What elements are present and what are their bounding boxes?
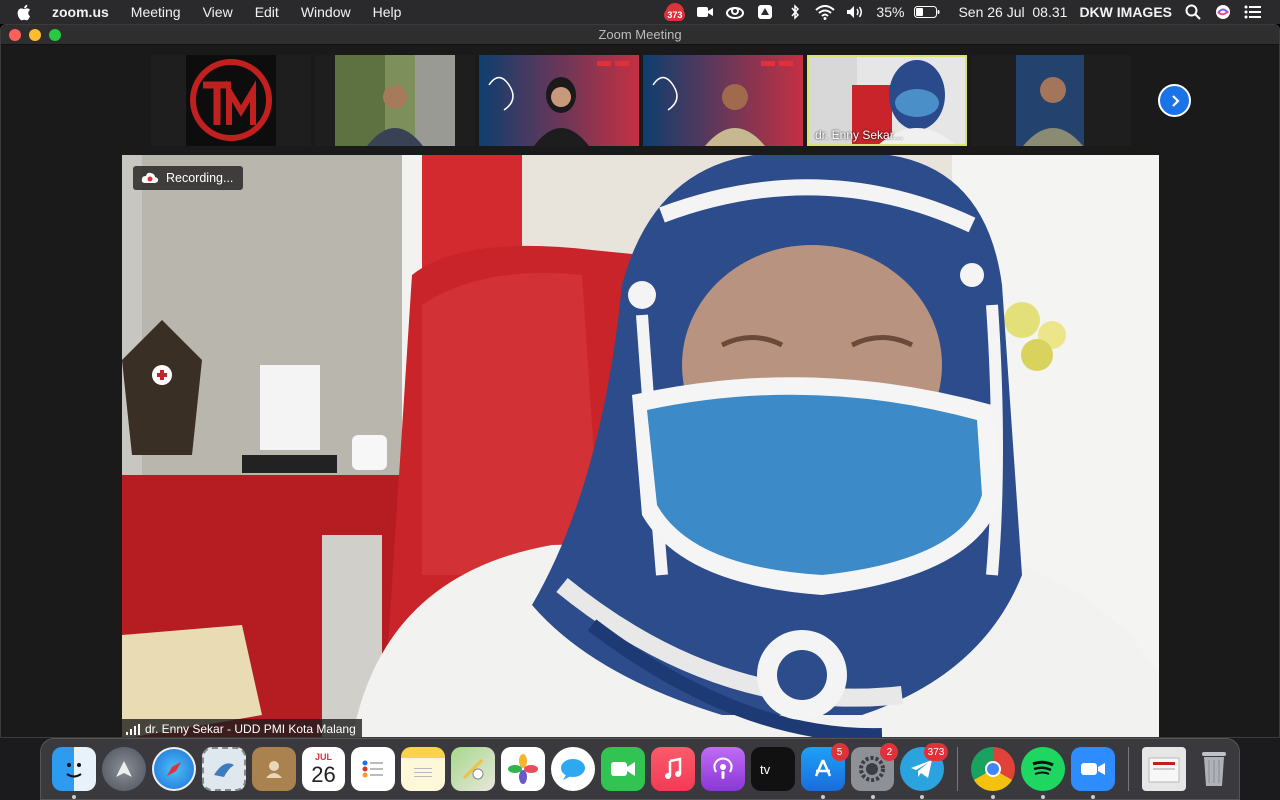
user-name[interactable]: DKW IMAGES xyxy=(1079,4,1172,20)
facetime-icon[interactable] xyxy=(601,747,645,791)
close-window-button[interactable] xyxy=(9,29,21,41)
battery-icon[interactable] xyxy=(914,3,940,21)
apple-tv-icon[interactable]: tv xyxy=(750,747,795,791)
apple-logo-icon[interactable] xyxy=(14,2,34,22)
chevron-right-icon xyxy=(1171,94,1180,107)
minimize-window-button[interactable] xyxy=(29,29,41,41)
safari-icon[interactable] xyxy=(151,747,196,791)
chrome-icon[interactable] xyxy=(971,747,1016,799)
volume-icon[interactable] xyxy=(844,3,866,21)
zoom-meeting-window: Zoom Meeting dr. Enny Sekar... Recording… xyxy=(0,24,1280,738)
menu-bar: zoom.us Meeting View Edit Window Help 37… xyxy=(0,0,1280,24)
window-titlebar: Zoom Meeting xyxy=(1,25,1279,45)
notification-badge: 373 xyxy=(664,9,686,21)
participant-thumbnail-4[interactable] xyxy=(643,55,803,146)
participant-filmstrip: dr. Enny Sekar... xyxy=(151,55,1131,146)
contacts-icon[interactable] xyxy=(251,747,296,791)
messages-icon[interactable] xyxy=(551,747,595,791)
notification-icon[interactable]: 373 xyxy=(664,3,686,21)
battery-percent: 35% xyxy=(876,4,905,20)
podcasts-icon[interactable] xyxy=(700,747,745,791)
participant-thumbnail-active[interactable]: dr. Enny Sekar... xyxy=(807,55,967,146)
participant-thumbnail-6[interactable] xyxy=(971,55,1131,146)
notes-icon[interactable] xyxy=(401,747,446,791)
next-page-button[interactable] xyxy=(1158,84,1191,117)
speaker-name-tag: dr. Enny Sekar - UDD PMI Kota Malang xyxy=(122,719,362,737)
photos-icon[interactable] xyxy=(501,747,546,791)
speaker-name: dr. Enny Sekar - UDD PMI Kota Malang xyxy=(145,722,356,736)
menu-meeting[interactable]: Meeting xyxy=(120,4,192,20)
wifi-icon[interactable] xyxy=(814,3,836,21)
launchpad-icon[interactable] xyxy=(101,747,146,791)
dock: JUL 26 tv 5 2 373 xyxy=(40,738,1240,800)
mail-stamp-icon[interactable] xyxy=(201,747,246,791)
recording-label: Recording... xyxy=(166,171,234,185)
cloud-recording-icon xyxy=(141,172,159,183)
music-icon[interactable] xyxy=(650,747,695,791)
dock-separator xyxy=(957,747,959,791)
app-store-icon[interactable]: 5 xyxy=(800,743,849,799)
menu-view[interactable]: View xyxy=(192,4,244,20)
system-preferences-icon[interactable]: 2 xyxy=(850,743,899,799)
speaker-video-frame xyxy=(122,155,1159,737)
siri-icon[interactable] xyxy=(1212,3,1234,21)
menu-edit[interactable]: Edit xyxy=(244,4,290,20)
spotify-icon[interactable] xyxy=(1021,747,1066,799)
app-store-badge: 5 xyxy=(830,743,849,761)
spotlight-search-icon[interactable] xyxy=(1182,3,1204,21)
datetime[interactable]: Sen 26 Jul 08.31 xyxy=(958,4,1067,20)
reminders-icon[interactable] xyxy=(351,747,396,791)
telegram-icon[interactable]: 373 xyxy=(900,743,949,799)
participant-thumbnail-2[interactable] xyxy=(315,55,475,146)
control-center-icon[interactable] xyxy=(1242,3,1264,21)
participant-thumbnail-logo[interactable] xyxy=(151,55,311,146)
calendar-day: 26 xyxy=(311,761,336,787)
maps-icon[interactable] xyxy=(451,747,496,791)
trash-icon[interactable] xyxy=(1192,747,1236,791)
active-participant-name: dr. Enny Sekar... xyxy=(815,128,904,142)
active-speaker-video: Recording... dr. Enny Sekar - UDD PMI Ko… xyxy=(122,155,1159,737)
traffic-lights xyxy=(9,29,61,41)
dock-separator-2 xyxy=(1128,747,1130,791)
finder-icon[interactable] xyxy=(52,747,96,799)
signal-strength-icon xyxy=(126,723,140,735)
calendar-month: JUL xyxy=(315,751,333,762)
creative-cloud-icon[interactable] xyxy=(724,3,746,21)
menu-app-name[interactable]: zoom.us xyxy=(52,4,120,20)
menu-window[interactable]: Window xyxy=(290,4,362,20)
dock-area: JUL 26 tv 5 2 373 xyxy=(0,738,1280,800)
maximize-window-button[interactable] xyxy=(49,29,61,41)
downloads-stack-icon[interactable] xyxy=(1142,747,1186,791)
drive-icon[interactable] xyxy=(754,3,776,21)
participant-thumbnail-3[interactable] xyxy=(479,55,639,146)
zoom-menubar-icon[interactable] xyxy=(694,3,716,21)
telegram-badge: 373 xyxy=(923,743,949,761)
recording-indicator[interactable]: Recording... xyxy=(133,166,244,190)
bluetooth-icon[interactable] xyxy=(784,3,806,21)
window-title: Zoom Meeting xyxy=(598,27,682,42)
menu-help[interactable]: Help xyxy=(362,4,413,20)
calendar-icon[interactable]: JUL 26 xyxy=(301,747,346,791)
system-preferences-badge: 2 xyxy=(880,743,899,761)
zoom-app-icon[interactable] xyxy=(1071,747,1116,799)
svg-text:tv: tv xyxy=(760,762,771,776)
